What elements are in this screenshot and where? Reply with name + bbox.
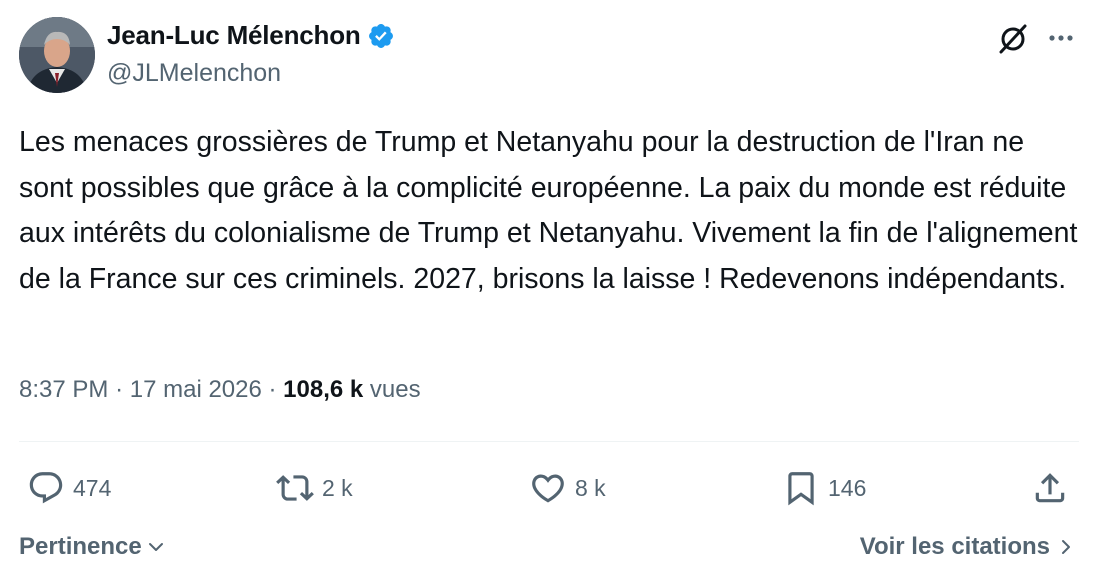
avatar[interactable]: [19, 17, 95, 93]
sort-dropdown[interactable]: Pertinence: [19, 533, 166, 561]
chevron-down-icon: [148, 543, 163, 551]
tweet-date[interactable]: 17 mai 2026: [130, 376, 262, 403]
reply-icon: [29, 472, 63, 504]
retweet-icon: [276, 475, 314, 501]
retweet-count: 2 k: [322, 474, 353, 501]
tweet-meta: 8:37 PM · 17 mai 2026 · 108,6 k vues: [19, 376, 421, 404]
bookmark-button[interactable]: 146: [782, 468, 866, 508]
views-label[interactable]: vues: [370, 376, 421, 403]
meta-separator: ·: [115, 376, 124, 403]
bookmark-count: 146: [828, 474, 867, 501]
more-icon[interactable]: [1044, 26, 1078, 50]
share-icon: [1035, 473, 1065, 503]
tweet-time[interactable]: 8:37 PM: [19, 376, 108, 403]
bookmark-icon: [788, 472, 814, 506]
tweet-card: Jean-Luc Mélenchon @JLMelenchon Les mena…: [0, 0, 1098, 574]
reply-count: 474: [73, 474, 112, 501]
share-button[interactable]: [1031, 468, 1069, 508]
quotes-label: Voir les citations: [859, 533, 1050, 560]
views-count[interactable]: 108,6 k: [283, 376, 363, 403]
author-handle[interactable]: @JLMelenchon: [107, 59, 281, 88]
verified-badge-icon[interactable]: [367, 22, 395, 50]
author-name[interactable]: Jean-Luc Mélenchon: [107, 20, 361, 51]
divider: [19, 441, 1079, 442]
view-quotes-link[interactable]: Voir les citations: [860, 533, 1076, 561]
meta-separator: ·: [268, 376, 277, 403]
like-button[interactable]: 8 k: [529, 468, 606, 508]
reply-button[interactable]: 474: [27, 468, 111, 508]
tweet-text: Les menaces grossières de Trump et Netan…: [19, 126, 1078, 295]
retweet-button[interactable]: 2 k: [276, 468, 353, 508]
heart-icon: [532, 474, 564, 503]
chevron-right-icon: [1062, 540, 1070, 554]
author-name-row: Jean-Luc Mélenchon: [107, 20, 395, 51]
grok-icon[interactable]: [996, 22, 1030, 56]
like-count: 8 k: [575, 474, 606, 501]
sort-label: Pertinence: [19, 533, 142, 560]
